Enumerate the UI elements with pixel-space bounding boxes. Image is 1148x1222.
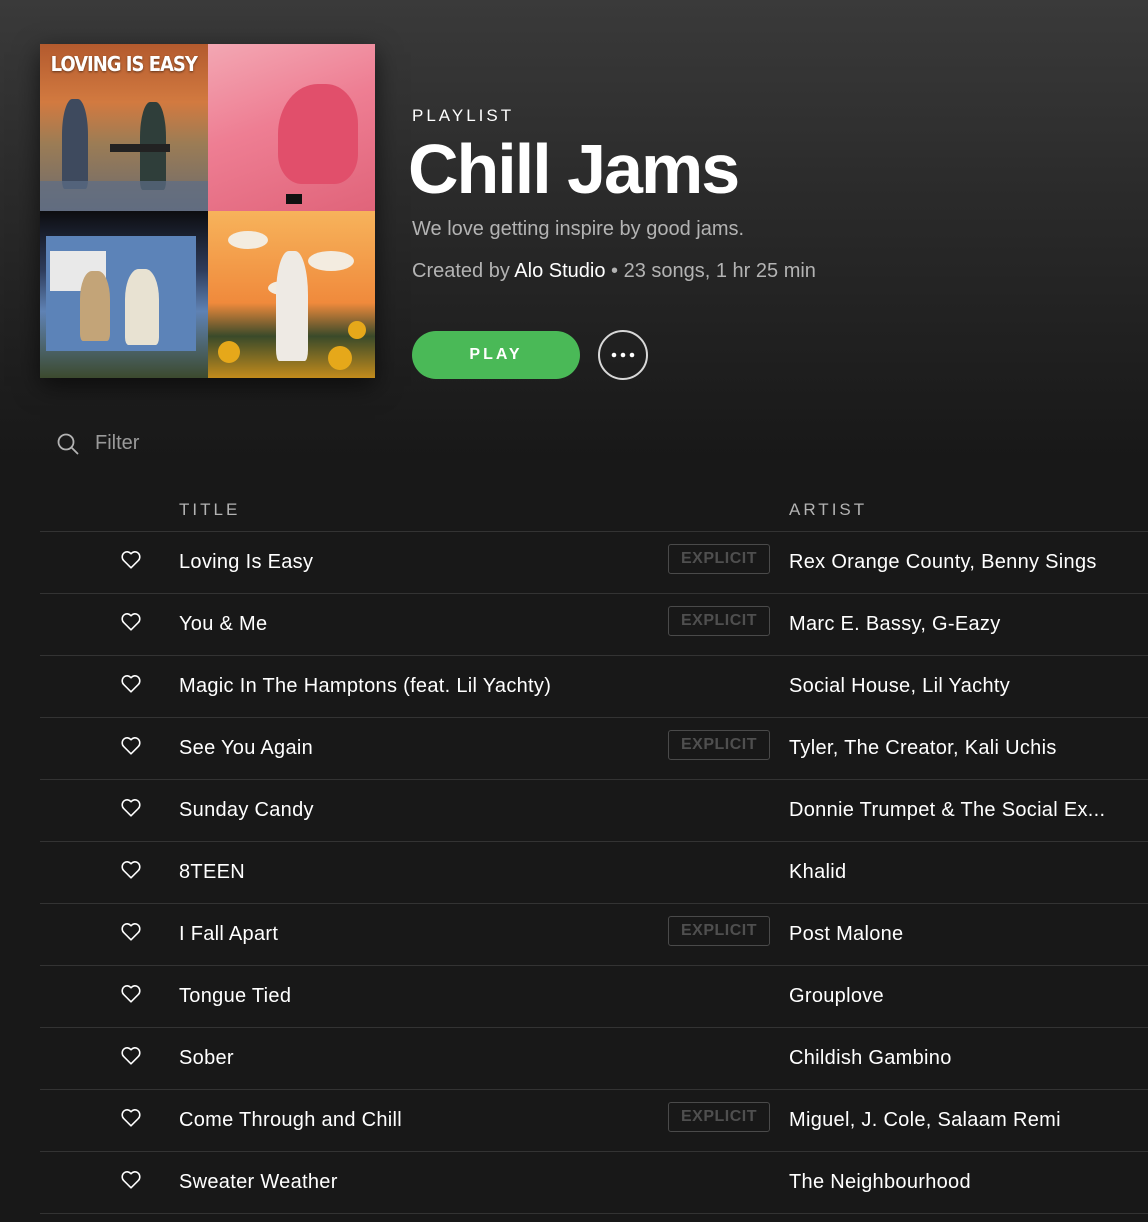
play-button[interactable]: PLAY bbox=[412, 331, 580, 379]
track-title: I Fall Apart bbox=[179, 923, 279, 945]
track-title: You & Me bbox=[179, 613, 268, 635]
heart-icon[interactable] bbox=[120, 921, 142, 943]
track-title: Magic In The Hamptons (feat. Lil Yachty) bbox=[179, 675, 552, 697]
explicit-badge: EXPLICIT bbox=[668, 916, 770, 946]
playlist-created-info: Created by Alo Studio • 23 songs, 1 hr 2… bbox=[412, 260, 816, 283]
track-artist-link[interactable]: Grouplove bbox=[789, 985, 884, 1008]
track-artist-link[interactable]: Marc E. Bassy, G-Eazy bbox=[789, 613, 1001, 636]
heart-icon[interactable] bbox=[120, 673, 142, 695]
tracks-table-body: Loving Is Easy EXPLICIT Rex Orange County,… bbox=[40, 532, 1148, 1214]
filter-input[interactable] bbox=[95, 432, 335, 455]
track-artist-link[interactable]: Rex Orange County, Benny Sings bbox=[789, 551, 1097, 574]
playlist-actions: PLAY bbox=[412, 330, 648, 380]
tracks-table-header: TITLE ARTIST bbox=[40, 490, 1148, 532]
explicit-badge: EXPLICIT bbox=[668, 544, 770, 574]
filter-bar bbox=[57, 432, 335, 455]
track-title: Come Through and Chill bbox=[179, 1109, 403, 1131]
playlist-title: Chill Jams bbox=[408, 130, 740, 208]
table-row[interactable]: Tongue Tied Grouplove bbox=[40, 966, 1148, 1028]
cover-tile-text: LOVING IS EASY bbox=[50, 52, 198, 76]
created-prefix: Created by bbox=[412, 260, 515, 282]
track-artist-link[interactable]: Tyler, The Creator, Kali Uchis bbox=[789, 737, 1057, 760]
playlist-meta: PLAYLIST Chill Jams We love getting insp… bbox=[408, 106, 816, 283]
track-title: 8TEEN bbox=[179, 861, 245, 883]
cover-tile-you-and-me bbox=[207, 44, 375, 211]
track-artist-link[interactable]: The Neighbourhood bbox=[789, 1171, 971, 1194]
playlist-type-label: PLAYLIST bbox=[412, 106, 515, 125]
track-artist-link[interactable]: Childish Gambino bbox=[789, 1047, 952, 1070]
explicit-badge: EXPLICIT bbox=[668, 1102, 770, 1132]
ellipsis-icon bbox=[611, 352, 635, 358]
explicit-badge: EXPLICIT bbox=[668, 730, 770, 760]
track-title: Sunday Candy bbox=[179, 799, 314, 821]
track-title: Loving Is Easy bbox=[179, 551, 314, 573]
playlist-cover-art: LOVING IS EASY bbox=[40, 44, 375, 378]
table-row[interactable]: Come Through and Chill EXPLICIT Miguel, J.… bbox=[40, 1090, 1148, 1152]
column-header-artist[interactable]: ARTIST bbox=[789, 500, 867, 520]
more-options-button[interactable] bbox=[598, 330, 648, 380]
track-title: Tongue Tied bbox=[179, 985, 292, 1007]
heart-icon[interactable] bbox=[120, 983, 142, 1005]
heart-icon[interactable] bbox=[120, 1107, 142, 1129]
heart-icon[interactable] bbox=[120, 1169, 142, 1191]
heart-icon[interactable] bbox=[120, 611, 142, 633]
track-artist-link[interactable]: Post Malone bbox=[789, 923, 903, 946]
table-row[interactable]: Sweater Weather The Neighbourhood bbox=[40, 1152, 1148, 1214]
cover-tile-magic-in-the-hamptons bbox=[40, 211, 208, 378]
heart-icon[interactable] bbox=[120, 859, 142, 881]
playlist-stats: • 23 songs, 1 hr 25 min bbox=[605, 260, 816, 282]
playlist-page: LOVING IS EASY PLAYLIST Chill Jams We lo… bbox=[0, 0, 1148, 1222]
heart-icon[interactable] bbox=[120, 1045, 142, 1067]
playlist-description: We love getting inspire by good jams. bbox=[412, 218, 745, 240]
track-artist-link[interactable]: Social House, Lil Yachty bbox=[789, 675, 1010, 698]
table-row[interactable]: I Fall Apart EXPLICIT Post Malone bbox=[40, 904, 1148, 966]
table-row[interactable]: Magic In The Hamptons (feat. Lil Yachty)… bbox=[40, 656, 1148, 718]
track-artist-link[interactable]: Khalid bbox=[789, 861, 846, 884]
cover-tile-see-you-again bbox=[207, 211, 375, 378]
search-icon bbox=[57, 433, 79, 454]
column-header-title[interactable]: TITLE bbox=[179, 500, 240, 520]
track-title: See You Again bbox=[179, 737, 314, 759]
table-row[interactable]: Sunday Candy Donnie Trumpet & The Social … bbox=[40, 780, 1148, 842]
table-row[interactable]: Sober Childish Gambino bbox=[40, 1028, 1148, 1090]
heart-icon[interactable] bbox=[120, 797, 142, 819]
playlist-owner-link[interactable]: Alo Studio bbox=[514, 260, 605, 282]
table-row[interactable]: Loving Is Easy EXPLICIT Rex Orange County,… bbox=[40, 532, 1148, 594]
table-row[interactable]: 8TEEN Khalid bbox=[40, 842, 1148, 904]
track-title: Sweater Weather bbox=[179, 1171, 338, 1193]
track-title: Sober bbox=[179, 1047, 234, 1069]
heart-icon[interactable] bbox=[120, 735, 142, 757]
cover-tile-loving-is-easy: LOVING IS EASY bbox=[40, 44, 208, 211]
track-artist-link[interactable]: Donnie Trumpet & The Social Ex... bbox=[789, 799, 1105, 822]
explicit-badge: EXPLICIT bbox=[668, 606, 770, 636]
heart-icon[interactable] bbox=[120, 549, 142, 571]
table-row[interactable]: See You Again EXPLICIT Tyler, The Creator,… bbox=[40, 718, 1148, 780]
table-row[interactable]: You & Me EXPLICIT Marc E. Bassy, G-Eazy bbox=[40, 594, 1148, 656]
track-artist-link[interactable]: Miguel, J. Cole, Salaam Remi bbox=[789, 1109, 1061, 1132]
tracks-table: TITLE ARTIST Loving Is Easy EXPLICIT Rex O… bbox=[40, 490, 1148, 1214]
